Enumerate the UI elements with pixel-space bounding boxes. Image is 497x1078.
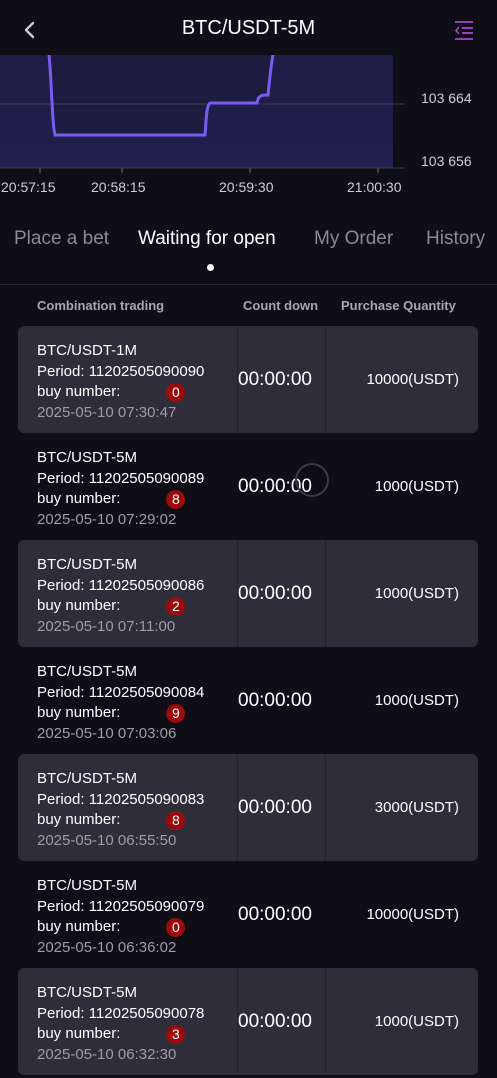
column-header-combination: Combination trading [37, 298, 165, 313]
buy-number-badge: 2 [166, 597, 186, 616]
loading-spinner-icon [295, 463, 329, 497]
order-info: BTC/USDT-5M Period: 11202505090079 buy n… [37, 876, 204, 958]
column-headers: Combination trading Count down Purchase … [0, 298, 497, 318]
order-countdown: 00:00:00 [238, 797, 312, 818]
order-row[interactable]: BTC/USDT-5M Period: 11202505090078 buy n… [18, 968, 478, 1075]
top-bar: BTC/USDT-5M [0, 0, 497, 58]
buy-number-label: buy number: [37, 490, 121, 507]
order-row[interactable]: BTC/USDT-5M Period: 11202505090089 buy n… [18, 433, 478, 540]
order-time: 2025-05-10 07:03:06 [37, 724, 177, 742]
order-countdown: 00:00:00 [238, 583, 312, 604]
time-label-4: 21:00:30 [347, 179, 402, 195]
tab-my-order[interactable]: My Order [314, 228, 393, 250]
tab-history[interactable]: History [426, 228, 485, 250]
order-symbol: BTC/USDT-1M [37, 342, 138, 359]
order-info: BTC/USDT-5M Period: 11202505090089 buy n… [37, 448, 204, 530]
order-period: Period: 11202505090090 [37, 362, 205, 380]
buy-number-badge: 9 [166, 704, 186, 723]
order-quantity: 10000(USDT) [366, 906, 459, 923]
price-label-2: 103 656 [421, 153, 472, 169]
order-countdown: 00:00:00 [238, 690, 312, 711]
order-row[interactable]: BTC/USDT-5M Period: 11202505090083 buy n… [18, 754, 478, 861]
order-info: BTC/USDT-1M Period: 11202505090090 buy n… [37, 341, 204, 423]
order-quantity: 1000(USDT) [374, 1013, 459, 1030]
order-countdown: 00:00:00 [238, 1011, 312, 1032]
order-info: BTC/USDT-5M Period: 11202505090084 buy n… [37, 662, 204, 744]
order-time: 2025-05-10 06:36:02 [37, 938, 177, 956]
order-row[interactable]: BTC/USDT-5M Period: 11202505090084 buy n… [18, 647, 478, 754]
order-countdown: 00:00:00 [238, 904, 312, 925]
tab-place-a-bet[interactable]: Place a bet [14, 228, 109, 250]
order-symbol: BTC/USDT-5M [37, 556, 138, 573]
order-period: Period: 11202505090079 [37, 897, 205, 915]
order-row[interactable]: BTC/USDT-5M Period: 11202505090086 buy n… [18, 540, 478, 647]
order-time: 2025-05-10 06:55:50 [37, 831, 177, 849]
order-quantity: 1000(USDT) [374, 585, 459, 602]
price-label-1: 103 664 [421, 90, 472, 106]
order-quantity: 10000(USDT) [366, 371, 459, 388]
tabs-divider [0, 284, 497, 285]
order-row[interactable]: BTC/USDT-1M Period: 11202505090090 buy n… [18, 326, 478, 433]
order-period: Period: 11202505090086 [37, 576, 205, 594]
order-tabs: Place a bet Waiting for open My Order Hi… [0, 228, 497, 276]
order-symbol: BTC/USDT-5M [37, 984, 138, 1001]
buy-number-label: buy number: [37, 918, 121, 935]
order-symbol: BTC/USDT-5M [37, 449, 138, 466]
buy-number-label: buy number: [37, 597, 121, 614]
price-chart: 103 664 103 656 20:57:15 20:58:15 20:59:… [0, 55, 497, 205]
order-time: 2025-05-10 07:30:47 [37, 403, 177, 421]
order-period: Period: 11202505090078 [37, 1004, 205, 1022]
order-info: BTC/USDT-5M Period: 11202505090083 buy n… [37, 769, 204, 851]
page-title: BTC/USDT-5M [181, 17, 316, 39]
buy-number-badge: 8 [166, 490, 186, 509]
order-period: Period: 11202505090084 [37, 683, 205, 701]
column-header-countdown: Count down [243, 298, 319, 313]
order-info: BTC/USDT-5M Period: 11202505090086 buy n… [37, 555, 204, 637]
time-label-1: 20:57:15 [1, 179, 56, 195]
order-time: 2025-05-10 06:32:30 [37, 1045, 177, 1063]
order-info: BTC/USDT-5M Period: 11202505090078 buy n… [37, 983, 204, 1065]
column-header-quantity: Purchase Quantity [341, 298, 456, 313]
order-period: Period: 11202505090089 [37, 469, 205, 487]
active-tab-indicator [207, 264, 214, 271]
time-label-2: 20:58:15 [91, 179, 146, 195]
order-period: Period: 11202505090083 [37, 790, 205, 808]
buy-number-label: buy number: [37, 1025, 121, 1042]
order-symbol: BTC/USDT-5M [37, 877, 138, 894]
order-list: BTC/USDT-1M Period: 11202505090090 buy n… [18, 326, 478, 1075]
order-time: 2025-05-10 07:11:00 [37, 617, 176, 635]
order-quantity: 3000(USDT) [374, 799, 459, 816]
buy-number-label: buy number: [37, 383, 121, 400]
order-row[interactable]: BTC/USDT-5M Period: 11202505090079 buy n… [18, 861, 478, 968]
time-label-3: 20:59:30 [219, 179, 274, 195]
buy-number-badge: 8 [166, 811, 186, 830]
buy-number-badge: 0 [166, 383, 186, 402]
buy-number-label: buy number: [37, 811, 121, 828]
tab-waiting-for-open[interactable]: Waiting for open [138, 228, 276, 250]
buy-number-badge: 0 [166, 918, 186, 937]
order-quantity: 1000(USDT) [374, 692, 459, 709]
buy-number-label: buy number: [37, 704, 121, 721]
menu-collapse-icon[interactable] [453, 19, 475, 41]
buy-number-badge: 3 [166, 1025, 186, 1044]
order-time: 2025-05-10 07:29:02 [37, 510, 177, 528]
order-quantity: 1000(USDT) [374, 478, 459, 495]
order-symbol: BTC/USDT-5M [37, 663, 138, 680]
order-countdown: 00:00:00 [238, 369, 312, 390]
order-symbol: BTC/USDT-5M [37, 770, 138, 787]
